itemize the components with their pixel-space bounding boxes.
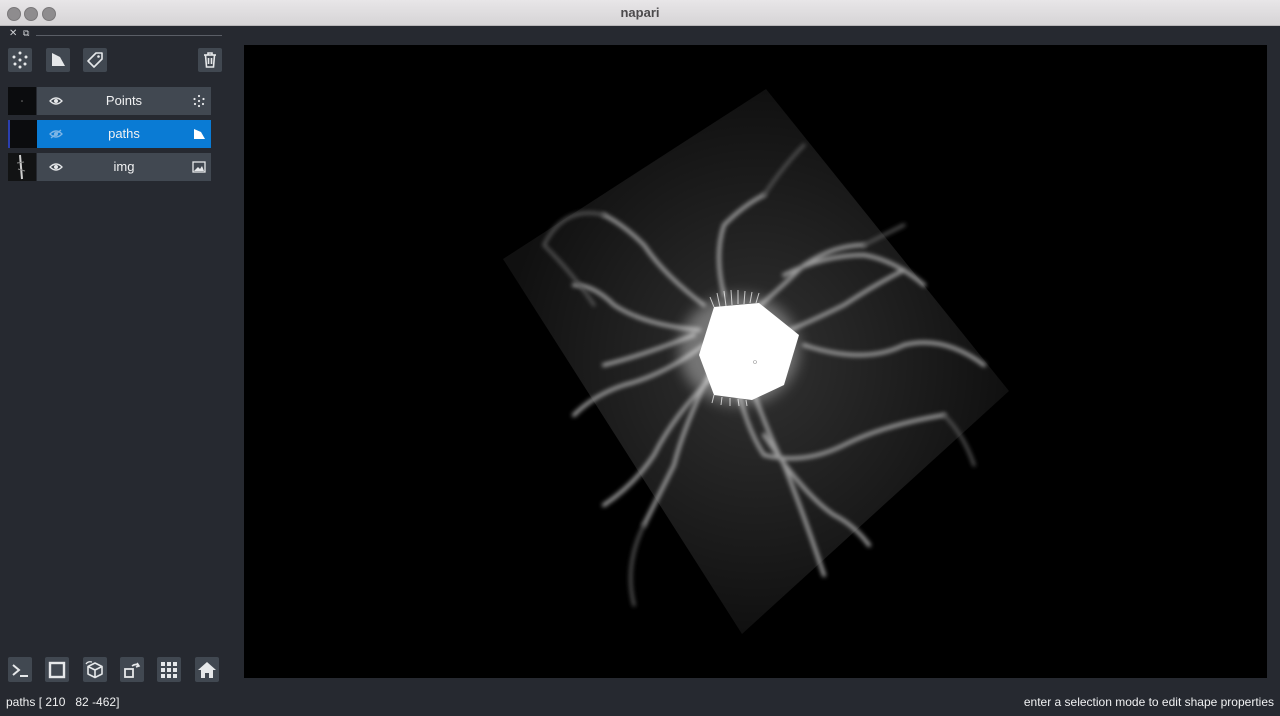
console-icon	[12, 663, 28, 677]
delete-layer-icon	[204, 52, 216, 68]
transpose-icon	[124, 662, 141, 678]
grid-icon	[161, 661, 177, 678]
eye-icon[interactable]	[49, 94, 63, 113]
roll-dims-button[interactable]	[83, 657, 107, 682]
dock-float-icon[interactable]: ⧉	[23, 28, 29, 39]
layer-row-body[interactable]: paths	[37, 120, 211, 148]
new-shapes-layer-button[interactable]	[46, 48, 70, 72]
ndisplay-square-icon	[48, 661, 66, 678]
layer-name[interactable]: Points	[65, 93, 183, 108]
image-icon	[192, 160, 206, 179]
eye-icon[interactable]	[49, 160, 63, 179]
new-points-layer-button[interactable]	[8, 48, 32, 72]
title-bar: napari	[0, 0, 1280, 26]
viewer-canvas[interactable]	[244, 45, 1267, 678]
layer-item-points[interactable]: Points	[8, 87, 211, 115]
points-icon	[192, 94, 206, 113]
transpose-button[interactable]	[120, 657, 144, 682]
layer-thumbnail	[8, 120, 38, 148]
new-labels-icon	[87, 52, 103, 68]
layer-item-img[interactable]: img	[8, 153, 211, 181]
home-button[interactable]	[195, 657, 219, 682]
layer-item-paths[interactable]: paths	[8, 120, 211, 148]
neuron-image	[503, 89, 1009, 634]
status-coordinates: paths [ 210 82 -462]	[6, 695, 120, 709]
layer-name[interactable]: img	[65, 159, 183, 174]
delete-layer-button[interactable]	[198, 48, 222, 72]
dock-title-bar: ✕ ⧉	[0, 27, 232, 41]
layer-row-body[interactable]: Points	[37, 87, 211, 115]
home-icon	[198, 661, 216, 678]
status-help-message: enter a selection mode to edit shape pro…	[1023, 695, 1274, 709]
layer-thumbnail	[8, 87, 36, 115]
napari-window: napari ✕ ⧉ Points paths img paths [210 …	[0, 0, 1280, 716]
dock-close-icon[interactable]: ✕	[9, 28, 17, 39]
grid-view-button[interactable]	[157, 657, 181, 682]
eye-hidden-icon[interactable]	[49, 127, 63, 146]
new-points-icon	[12, 51, 28, 69]
shapes-icon	[192, 127, 206, 146]
new-shapes-icon	[52, 53, 65, 66]
layer-thumbnail	[8, 153, 36, 181]
console-button[interactable]	[8, 657, 32, 682]
roll-cube-icon	[85, 660, 103, 678]
ndisplay-button[interactable]	[45, 657, 69, 682]
layer-name[interactable]: paths	[65, 126, 183, 141]
window-title: napari	[620, 5, 660, 20]
layer-row-body[interactable]: img	[37, 153, 211, 181]
new-labels-layer-button[interactable]	[83, 48, 107, 72]
dock-handle[interactable]	[36, 35, 222, 36]
